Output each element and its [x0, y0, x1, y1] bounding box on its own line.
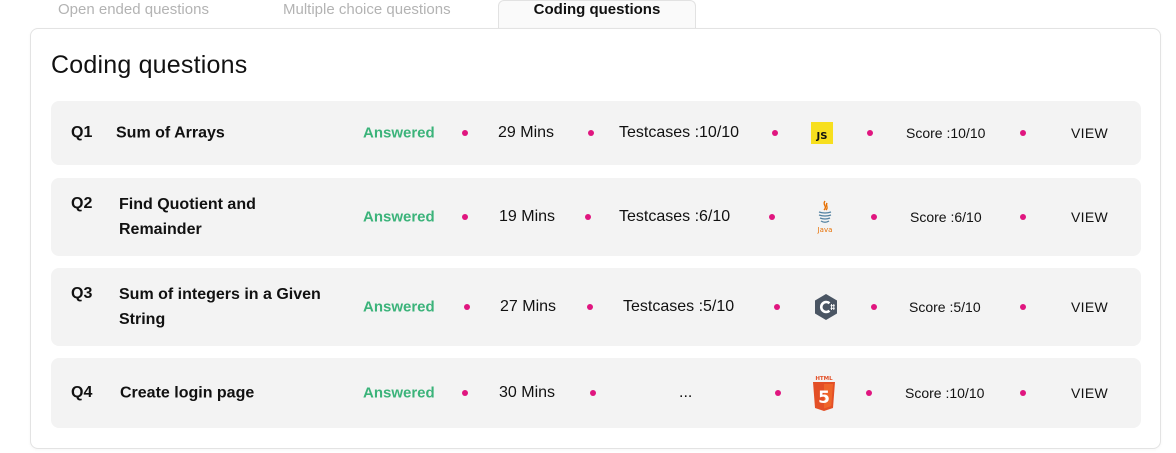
time-taken: 30 Mins [499, 384, 556, 401]
csharp-icon [813, 293, 839, 321]
testcases-result: ... [679, 384, 693, 401]
time-taken: 19 Mins [499, 208, 556, 225]
section-title: Coding questions [51, 51, 248, 79]
separator-dot [769, 214, 775, 220]
tab-open-ended[interactable]: Open ended questions [58, 0, 209, 28]
separator-dot [774, 304, 780, 310]
question-title: Sum of Arrays [116, 124, 225, 142]
tab-multiple-choice[interactable]: Multiple choice questions [283, 0, 451, 28]
question-number: Q1 [71, 124, 93, 141]
javascript-icon: JS [811, 122, 833, 144]
status-label: Answered [363, 298, 435, 316]
tab-bar: Open ended questions Multiple choice que… [0, 0, 1176, 28]
separator-dot [1020, 214, 1026, 220]
separator-dot [772, 130, 778, 136]
question-title: Sum of integers in a Given String [119, 286, 321, 328]
separator-dot [464, 304, 470, 310]
svg-text:HTML: HTML [815, 376, 833, 382]
java-icon: Java [813, 199, 837, 235]
separator-dot [590, 390, 596, 396]
view-button[interactable]: VIEW [1071, 299, 1108, 315]
separator-dot [462, 390, 468, 396]
separator-dot [585, 214, 591, 220]
testcases-result: Testcases :5/10 [623, 298, 735, 315]
testcases-result: Testcases :10/10 [619, 124, 740, 141]
coding-questions-panel: Coding questions Q1 Sum of Arrays Answer… [30, 28, 1161, 449]
question-number: Q3 [71, 285, 93, 302]
separator-dot [588, 130, 594, 136]
question-number: Q4 [71, 384, 93, 401]
tab-coding[interactable]: Coding questions [498, 0, 696, 28]
svg-text:Java: Java [817, 226, 833, 234]
html5-icon: HTML 5 [811, 374, 837, 412]
separator-dot [1020, 304, 1026, 310]
view-button[interactable]: VIEW [1071, 385, 1108, 401]
time-taken: 29 Mins [498, 124, 555, 141]
separator-dot [1020, 390, 1026, 396]
time-taken: 27 Mins [500, 298, 557, 315]
svg-text:5: 5 [818, 388, 830, 408]
separator-dot [462, 214, 468, 220]
score: Score :5/10 [909, 299, 981, 315]
view-button[interactable]: VIEW [1071, 209, 1108, 225]
question-row: Q1 Sum of Arrays Answered 29 Mins Testca… [51, 101, 1141, 165]
separator-dot [462, 130, 468, 136]
separator-dot [775, 390, 781, 396]
status-label: Answered [363, 384, 435, 402]
separator-dot [587, 304, 593, 310]
separator-dot [866, 390, 872, 396]
question-title: Find Quotient and Remainder [119, 196, 256, 238]
score: Score :10/10 [905, 385, 985, 401]
separator-dot [871, 304, 877, 310]
testcases-result: Testcases :6/10 [619, 208, 731, 225]
status-label: Answered [363, 208, 435, 226]
score: Score :6/10 [910, 209, 982, 225]
separator-dot [867, 130, 873, 136]
question-number: Q2 [71, 195, 93, 212]
question-row: Q3 Sum of integers in a Given String Ans… [51, 268, 1141, 346]
status-label: Answered [363, 124, 435, 142]
question-title: Create login page [120, 384, 255, 402]
question-row: Q2 Find Quotient and Remainder Answered … [51, 178, 1141, 256]
question-row: Q4 Create login page Answered 30 Mins ..… [51, 358, 1141, 428]
view-button[interactable]: VIEW [1071, 125, 1108, 141]
separator-dot [1020, 130, 1026, 136]
separator-dot [871, 214, 877, 220]
score: Score :10/10 [906, 125, 986, 141]
